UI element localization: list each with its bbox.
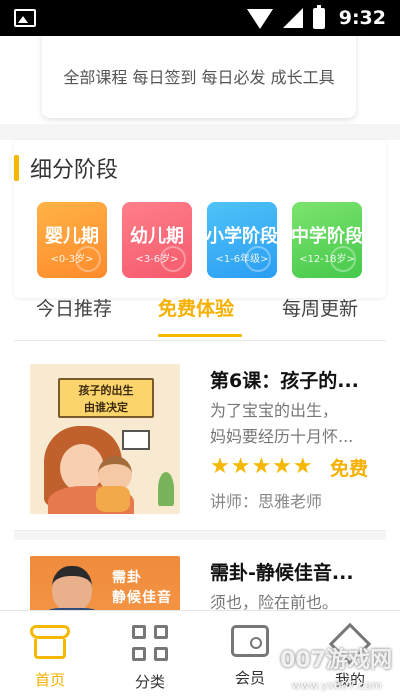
divider xyxy=(14,340,386,341)
thumbnail-text: 需卦 静候佳音 xyxy=(112,570,172,606)
quick-entry-card[interactable]: 全部课程 每日签到 每日必发 成长工具 xyxy=(42,36,356,118)
stage-age: <0-3岁> xyxy=(50,254,94,265)
wifi-icon xyxy=(246,9,273,29)
course-description: 为了宝宝的出生， 妈妈要经历十月怀... xyxy=(210,398,380,450)
section-gap xyxy=(0,124,400,140)
status-icons: 9:32 xyxy=(246,4,386,29)
nav-home[interactable]: 首页 xyxy=(0,625,100,690)
course-description-line: 须也，险在前也。 xyxy=(210,593,339,610)
section-title-marker xyxy=(14,155,19,181)
course-description-line: 妈妈要经历十月怀... xyxy=(210,427,354,446)
stage-age: <12-18岁> xyxy=(299,254,355,265)
price-label: 免费 xyxy=(330,458,369,480)
watermark-text: 007游戏网 xyxy=(280,648,392,673)
course-tabs: 今日推荐 免费体验 每周更新 xyxy=(14,286,386,342)
stage-age: <3-6岁> xyxy=(135,254,179,265)
plant-icon xyxy=(158,472,174,506)
course-thumbnail[interactable]: 需卦 静候佳音 xyxy=(30,556,180,610)
stage-card-primary[interactable]: 小学阶段 <1-6年级> xyxy=(207,202,277,278)
course-item[interactable]: 孩子的出生 由谁决定 第6课：孩子的... 为了宝宝的出生， 妈妈要经历十月怀.… xyxy=(14,358,386,526)
course-description: 须也，险在前也。 xyxy=(210,590,380,610)
tab-free-trial[interactable]: 免费体验 xyxy=(158,294,234,321)
course-title[interactable]: 需卦-静候佳音... xyxy=(210,558,354,585)
course-title[interactable]: 第6课：孩子的... xyxy=(210,366,359,393)
nav-category[interactable]: 分类 xyxy=(100,625,200,692)
status-time: 9:32 xyxy=(338,7,386,29)
stage-name: 中学阶段 xyxy=(292,226,362,247)
course-thumbnail[interactable]: 孩子的出生 由谁决定 xyxy=(30,364,180,514)
thumbnail-banner: 孩子的出生 由谁决定 xyxy=(58,378,154,418)
baby-body xyxy=(96,486,130,512)
grid-icon xyxy=(132,625,168,661)
main-content[interactable]: 全部课程 每日签到 每日必发 成长工具 细分阶段 婴儿期 <0-3岁> 幼儿期 … xyxy=(0,36,400,610)
stage-name: 婴儿期 xyxy=(45,226,99,247)
status-bar: 9:32 xyxy=(0,0,400,36)
battery-icon xyxy=(312,4,325,29)
tab-weekly-update[interactable]: 每周更新 xyxy=(282,294,358,321)
stage-card-middle-school[interactable]: 中学阶段 <12-18岁> xyxy=(292,202,362,278)
active-tab-indicator xyxy=(158,334,242,337)
mother-face xyxy=(60,444,104,492)
calendar-icon xyxy=(122,430,150,450)
thumbnail-text: 孩子的出生 由谁决定 xyxy=(78,384,134,414)
course-teacher: 讲师：思雅老师 xyxy=(210,492,323,511)
list-divider xyxy=(14,530,386,540)
stage-card-toddler[interactable]: 幼儿期 <3-6岁> xyxy=(122,202,192,278)
stage-name: 小学阶段 xyxy=(207,226,277,247)
stage-age: <1-6年级> xyxy=(215,254,269,265)
quick-entry-labels[interactable]: 全部课程 每日签到 每日必发 成长工具 xyxy=(42,64,356,88)
presenter-illustration xyxy=(52,566,92,610)
stage-name: 幼儿期 xyxy=(130,226,184,247)
section-title: 细分阶段 xyxy=(30,158,119,183)
tab-today-recommend[interactable]: 今日推荐 xyxy=(36,294,112,321)
nav-label: 分类 xyxy=(134,673,165,691)
stage-card-infant[interactable]: 婴儿期 <0-3岁> xyxy=(37,202,107,278)
course-item[interactable]: 需卦 静候佳音 需卦-静候佳音... 须也，险在前也。 xyxy=(14,550,386,610)
signal-icon xyxy=(282,8,303,28)
watermark-url: www.yx007.com xyxy=(291,679,382,692)
gallery-icon xyxy=(14,9,36,27)
app-screen: 9:32 全部课程 每日签到 每日必发 成长工具 细分阶段 婴儿期 <0-3岁>… xyxy=(0,0,400,700)
shop-icon xyxy=(30,625,70,659)
stage-section: 细分阶段 婴儿期 <0-3岁> 幼儿期 <3-6岁> 小学阶段 <1-6年级> … xyxy=(14,140,386,298)
rating-stars: ★★★★★ xyxy=(210,454,314,479)
bottom-navigation: 首页 分类 会员 我的 007游戏网 www.yx007.com xyxy=(0,610,400,700)
nav-label: 首页 xyxy=(34,671,65,689)
course-description-line: 为了宝宝的出生， xyxy=(210,401,339,420)
wallet-icon xyxy=(231,625,269,657)
